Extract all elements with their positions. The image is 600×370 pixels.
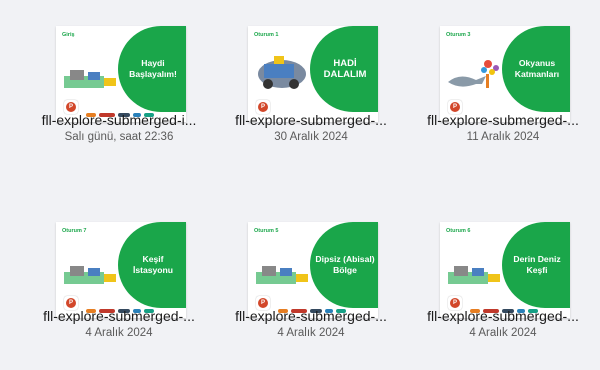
file-date: Salı günü, saat 22:36 <box>64 131 174 143</box>
file-name[interactable]: fll-explore-submerged-... <box>218 112 404 128</box>
file-grid: Giriş Haydi Başlayalım! P fll-explore-su… <box>0 0 600 370</box>
file-name[interactable]: fll-explore-submerged-... <box>218 308 404 324</box>
robot-illustration <box>256 266 308 284</box>
robot-illustration <box>64 266 116 284</box>
file-date: 4 Aralık 2024 <box>469 327 537 339</box>
slide-title: HADİ DALALIM <box>323 58 367 80</box>
slide-thumbnail[interactable]: Oturum 5 Dipsiz (Abisal) Bölge P <box>248 222 378 318</box>
slide-session-label: Oturum 5 <box>254 228 279 234</box>
file-date: 30 Aralık 2024 <box>274 131 348 143</box>
file-card[interactable]: Oturum 1 HADİ DALALIM P fll-explore-subm… <box>218 0 404 160</box>
slide-session-label: Oturum 3 <box>446 32 471 38</box>
file-card[interactable]: Oturum 6 Derin Deniz Keşfi P fll-explore… <box>410 196 596 356</box>
slide-session-label: Oturum 1 <box>254 32 279 38</box>
slide-title: Okyanus Katmanları <box>514 58 560 79</box>
file-card[interactable]: Oturum 7 Keşif İstasyonu P fll-explore-s… <box>26 196 212 356</box>
file-name[interactable]: fll-explore-submerged-... <box>410 308 596 324</box>
slide-thumbnail[interactable]: Oturum 3 Okyanus Katmanları P <box>440 26 570 122</box>
file-card[interactable]: Giriş Haydi Başlayalım! P fll-explore-su… <box>26 0 212 160</box>
ocean-creatures-illustration <box>448 60 499 88</box>
slide-session-label: Oturum 7 <box>62 228 87 234</box>
slide-title: Haydi Başlayalım! <box>129 58 177 79</box>
slide-title: Derin Deniz Keşfi <box>513 254 561 275</box>
file-date: 4 Aralık 2024 <box>277 327 345 339</box>
file-card[interactable]: Oturum 5 Dipsiz (Abisal) Bölge P fll-exp… <box>218 196 404 356</box>
file-name[interactable]: fll-explore-submerged-... <box>410 112 596 128</box>
file-card[interactable]: Oturum 3 Okyanus Katmanları P fll-explor… <box>410 0 596 160</box>
slide-thumbnail[interactable]: Giriş Haydi Başlayalım! P <box>56 26 186 122</box>
file-date: 11 Aralık 2024 <box>466 131 540 143</box>
slide-session-label: Giriş <box>62 32 75 38</box>
submarine-robot-illustration <box>258 56 306 89</box>
file-date: 4 Aralık 2024 <box>85 327 153 339</box>
file-name[interactable]: fll-explore-submerged-i... <box>26 112 212 128</box>
slide-thumbnail[interactable]: Oturum 1 HADİ DALALIM P <box>248 26 378 122</box>
slide-title: Dipsiz (Abisal) Bölge <box>315 254 375 275</box>
slide-title: Keşif İstasyonu <box>132 254 174 275</box>
slide-session-label: Oturum 6 <box>446 228 471 234</box>
file-name[interactable]: fll-explore-submerged-... <box>26 308 212 324</box>
robot-illustration <box>448 266 500 284</box>
robot-illustration <box>64 70 116 88</box>
slide-thumbnail[interactable]: Oturum 7 Keşif İstasyonu P <box>56 222 186 318</box>
slide-thumbnail[interactable]: Oturum 6 Derin Deniz Keşfi P <box>440 222 570 318</box>
